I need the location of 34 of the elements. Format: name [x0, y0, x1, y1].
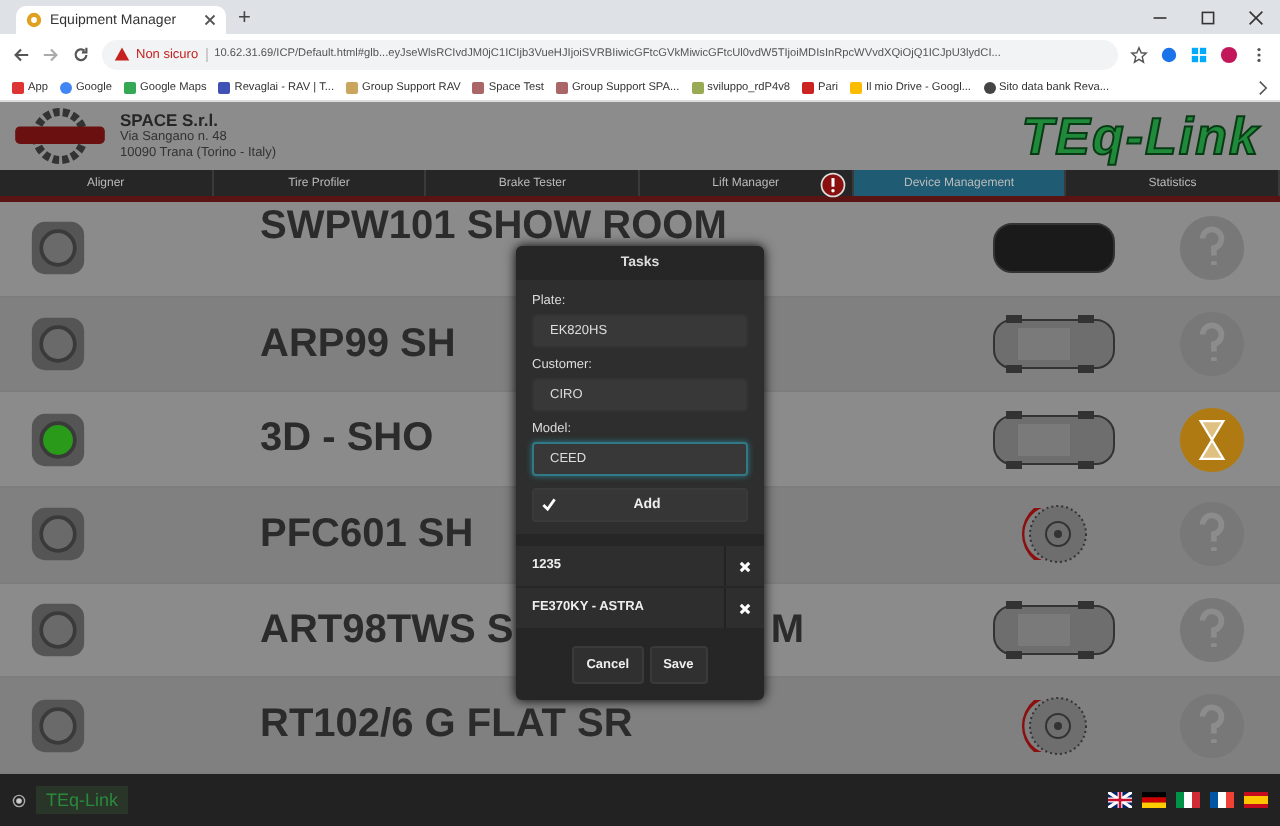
- windows-icon[interactable]: [1190, 45, 1208, 63]
- new-tab-button[interactable]: +: [238, 6, 251, 30]
- device-name: ART98TWS S: [260, 607, 514, 654]
- lamp-icon[interactable]: [30, 602, 86, 659]
- maximize-icon[interactable]: [1200, 10, 1216, 26]
- brand-logo: TEq-Link: [1021, 105, 1260, 167]
- lamp-icon[interactable]: [30, 316, 86, 372]
- hourglass-icon[interactable]: [1178, 405, 1246, 474]
- device-name: 3D - SHO: [260, 416, 434, 463]
- device-name: SWPW101 SHOW ROOM: [260, 204, 727, 250]
- star-icon[interactable]: [1130, 45, 1148, 63]
- lamp-icon[interactable]: [30, 220, 86, 277]
- gear-icon: [26, 12, 42, 28]
- device-name: ARP99 SH: [260, 321, 456, 367]
- device-name: PFC601 SH: [260, 511, 474, 558]
- lamp-icon[interactable]: [30, 697, 86, 754]
- avatar-icon[interactable]: [1220, 45, 1238, 63]
- check-icon: [542, 498, 556, 512]
- company-name: SPACE S.r.l.: [120, 110, 220, 130]
- close-icon[interactable]: [1248, 10, 1264, 26]
- more-icon[interactable]: [1258, 79, 1268, 95]
- reload-icon[interactable]: [72, 45, 90, 63]
- close-icon[interactable]: [204, 14, 216, 26]
- device-name: M: [770, 607, 804, 654]
- gear-logo-icon: [12, 106, 108, 166]
- flag-icon[interactable]: [1108, 792, 1132, 808]
- flag-icon[interactable]: [1210, 792, 1234, 808]
- lamp-icon[interactable]: [30, 506, 86, 563]
- back-arrow-icon[interactable]: [12, 45, 30, 63]
- warning-icon: [114, 46, 130, 62]
- radio-icon[interactable]: [12, 793, 26, 807]
- device-name: RT102/6 G FLAT SR: [260, 702, 633, 749]
- flag-icon[interactable]: [1142, 792, 1166, 808]
- lamp-on-icon[interactable]: [30, 411, 86, 468]
